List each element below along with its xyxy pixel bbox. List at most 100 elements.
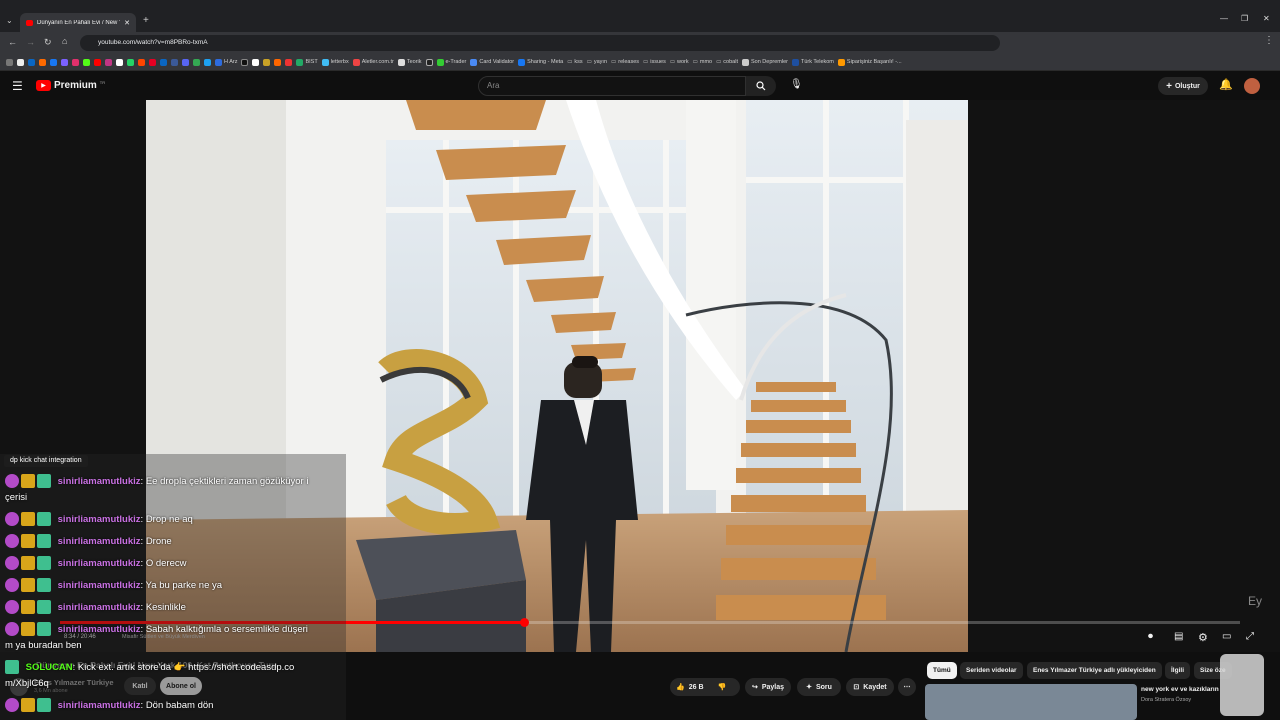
bookmark-item[interactable]: BIST xyxy=(296,58,318,66)
bookmark-item[interactable]: letterbx xyxy=(321,58,349,66)
bookmark-icon[interactable] xyxy=(105,58,112,66)
forward-icon[interactable]: → xyxy=(26,37,35,47)
bookmark-icon[interactable] xyxy=(28,58,35,66)
progress-scrubber[interactable] xyxy=(519,618,529,627)
chat-message: sinirliamamutlukiz: O derecw xyxy=(5,556,345,572)
bookmark-folder[interactable]: ▭ mmo xyxy=(693,59,712,65)
save-button[interactable]: ⊡ Kaydet xyxy=(846,678,894,696)
bookmark-icon[interactable] xyxy=(182,58,189,66)
address-bar[interactable]: youtube.com/watch?v=m8PBRo-txmA xyxy=(80,35,1000,51)
share-button[interactable]: ↪ Paylaş xyxy=(745,678,791,696)
bookmark-item[interactable]: Siparişiniz Başarılı! -... xyxy=(837,58,902,66)
fullscreen-icon[interactable]: ⤢ xyxy=(1246,631,1258,643)
bookmark-icon[interactable] xyxy=(39,58,46,66)
browser-menu-icon[interactable]: ⋮ xyxy=(1264,35,1274,46)
bookmark-icon[interactable] xyxy=(160,58,167,66)
chip-uploader[interactable]: Enes Yılmazer Türkiye adlı yükleyiciden xyxy=(1027,662,1162,679)
chat-text: O derecw xyxy=(145,558,187,569)
channel-watermark[interactable]: Ey xyxy=(1248,594,1262,608)
bookmark-icon[interactable] xyxy=(94,58,101,66)
search-button[interactable] xyxy=(746,76,776,96)
chat-link-continued[interactable]: m/XbjlC6q xyxy=(5,678,49,689)
bookmark-item[interactable]: Card Validator xyxy=(470,58,514,66)
bookmark-item[interactable]: e-Trader xyxy=(436,58,466,66)
hamburger-menu-icon[interactable]: ☰ xyxy=(12,79,23,93)
recommended-title[interactable]: new york ev ve kazıkların xyxy=(1141,686,1219,693)
voice-search-icon[interactable]: 🎙 xyxy=(790,79,803,90)
bookmark-item[interactable]: Aletler.com.tr xyxy=(352,58,394,66)
minimize-icon[interactable]: — xyxy=(1220,14,1228,23)
crown-badge-icon xyxy=(21,600,35,615)
theater-mode-icon[interactable]: ▭ xyxy=(1222,631,1234,643)
create-label: Oluştur xyxy=(1174,82,1200,90)
chips-next-arrow-overlay[interactable] xyxy=(1220,654,1264,716)
bookmark-icon[interactable] xyxy=(252,58,260,66)
reload-icon[interactable]: ↻ xyxy=(44,37,52,48)
bookmark-icon[interactable] xyxy=(83,58,90,66)
more-actions-button[interactable]: ⋯ xyxy=(898,678,916,696)
bookmark-folder[interactable]: ▭ kss xyxy=(567,59,582,65)
bookmark-icon[interactable] xyxy=(61,58,68,66)
bookmark-folder[interactable]: ▭ releases xyxy=(611,59,639,65)
chat-text-continued: m ya buradan ben xyxy=(5,640,82,651)
bookmark-icon[interactable] xyxy=(171,58,178,66)
notifications-bell-icon[interactable]: 🔔 xyxy=(1219,78,1233,91)
settings-gear-icon[interactable]: ⚙ xyxy=(1198,631,1210,644)
chat-username: SOLUCAN xyxy=(25,662,73,673)
bookmark-icon[interactable] xyxy=(149,58,156,66)
bookmark-icon[interactable] xyxy=(425,58,433,66)
bookmark-icon[interactable] xyxy=(138,58,145,66)
close-window-icon[interactable]: ✕ xyxy=(1263,14,1270,23)
chip-related[interactable]: İlgili xyxy=(1165,662,1190,679)
bookmark-item[interactable]: Teorik xyxy=(397,58,422,66)
bookmark-icon[interactable] xyxy=(50,58,57,66)
chat-link[interactable]: https://short.codeasdp.co xyxy=(188,662,294,673)
recommended-thumbnail[interactable] xyxy=(925,684,1137,720)
chat-message: sinirliamamutlukiz: Ee dropla çektikleri… xyxy=(5,474,309,503)
ask-button[interactable]: ✦ Soru xyxy=(797,678,841,696)
more-horizontal-icon: ⋯ xyxy=(903,684,911,691)
create-button[interactable]: + Oluştur xyxy=(1158,77,1208,95)
bookmark-icon[interactable] xyxy=(263,58,271,66)
bookmark-item[interactable]: Son Depremler xyxy=(741,58,788,66)
tab-title: Dünyanın En Pahalı Evi / New Y xyxy=(37,19,121,26)
browser-tab[interactable]: Dünyanın En Pahalı Evi / New Y ✕ xyxy=(20,13,136,32)
bookmark-icon[interactable] xyxy=(72,58,79,66)
avatar[interactable] xyxy=(1244,78,1260,94)
home-icon[interactable]: ⌂ xyxy=(62,36,67,46)
bookmark-icon[interactable] xyxy=(274,58,282,66)
share-icon: ↪ xyxy=(751,684,758,691)
bookmark-icon[interactable] xyxy=(127,58,134,66)
subtitles-icon[interactable]: ▤ xyxy=(1174,631,1186,643)
search-input[interactable]: Ara xyxy=(478,76,746,96)
chip-series[interactable]: Seriden videolar xyxy=(960,662,1023,679)
back-icon[interactable]: ← xyxy=(8,37,17,47)
bookmark-icon[interactable] xyxy=(193,58,200,66)
bookmark-item[interactable]: H Arz xyxy=(215,58,237,66)
bookmark-folder[interactable]: ▭ issues xyxy=(643,59,666,65)
restore-icon[interactable]: ❐ xyxy=(1241,14,1248,23)
bookmark-icon[interactable] xyxy=(285,58,293,66)
dislike-button[interactable]: 👎 xyxy=(718,683,727,691)
chip-all[interactable]: Tümü xyxy=(927,662,957,679)
bookmark-folder[interactable]: ▭ yayın xyxy=(587,59,607,65)
bookmark-item[interactable]: Türk Telekom xyxy=(791,58,834,66)
tab-search-icon[interactable]: ⌄ xyxy=(6,16,13,25)
like-button[interactable]: 👍 26 B xyxy=(676,683,704,692)
bookmark-item[interactable]: Sharing - Meta xyxy=(518,58,563,66)
chat-message: sinirliamamutlukiz: Dön babam dön xyxy=(5,698,345,714)
autoplay-toggle-icon[interactable]: ⏺ xyxy=(1148,631,1160,643)
bookmark-folder[interactable]: ▭ cobalt xyxy=(716,59,738,65)
close-tab-icon[interactable]: ✕ xyxy=(124,19,130,27)
new-tab-icon[interactable]: + xyxy=(143,15,149,26)
youtube-logo[interactable]: ▶ Premium TR xyxy=(36,80,105,91)
apps-icon[interactable] xyxy=(6,58,13,66)
recommended-channel[interactable]: Dora Stratera Özsoy xyxy=(1141,697,1191,703)
bookmark-icon[interactable] xyxy=(116,58,123,66)
bookmark-folder[interactable]: ▭ work xyxy=(670,59,689,65)
bookmark-icon[interactable] xyxy=(241,58,249,66)
bookmark-icon[interactable] xyxy=(17,58,24,66)
bookmark-icon[interactable] xyxy=(204,58,211,66)
bookmark-icon: ⊡ xyxy=(853,684,860,691)
crown-badge-icon xyxy=(21,556,35,571)
